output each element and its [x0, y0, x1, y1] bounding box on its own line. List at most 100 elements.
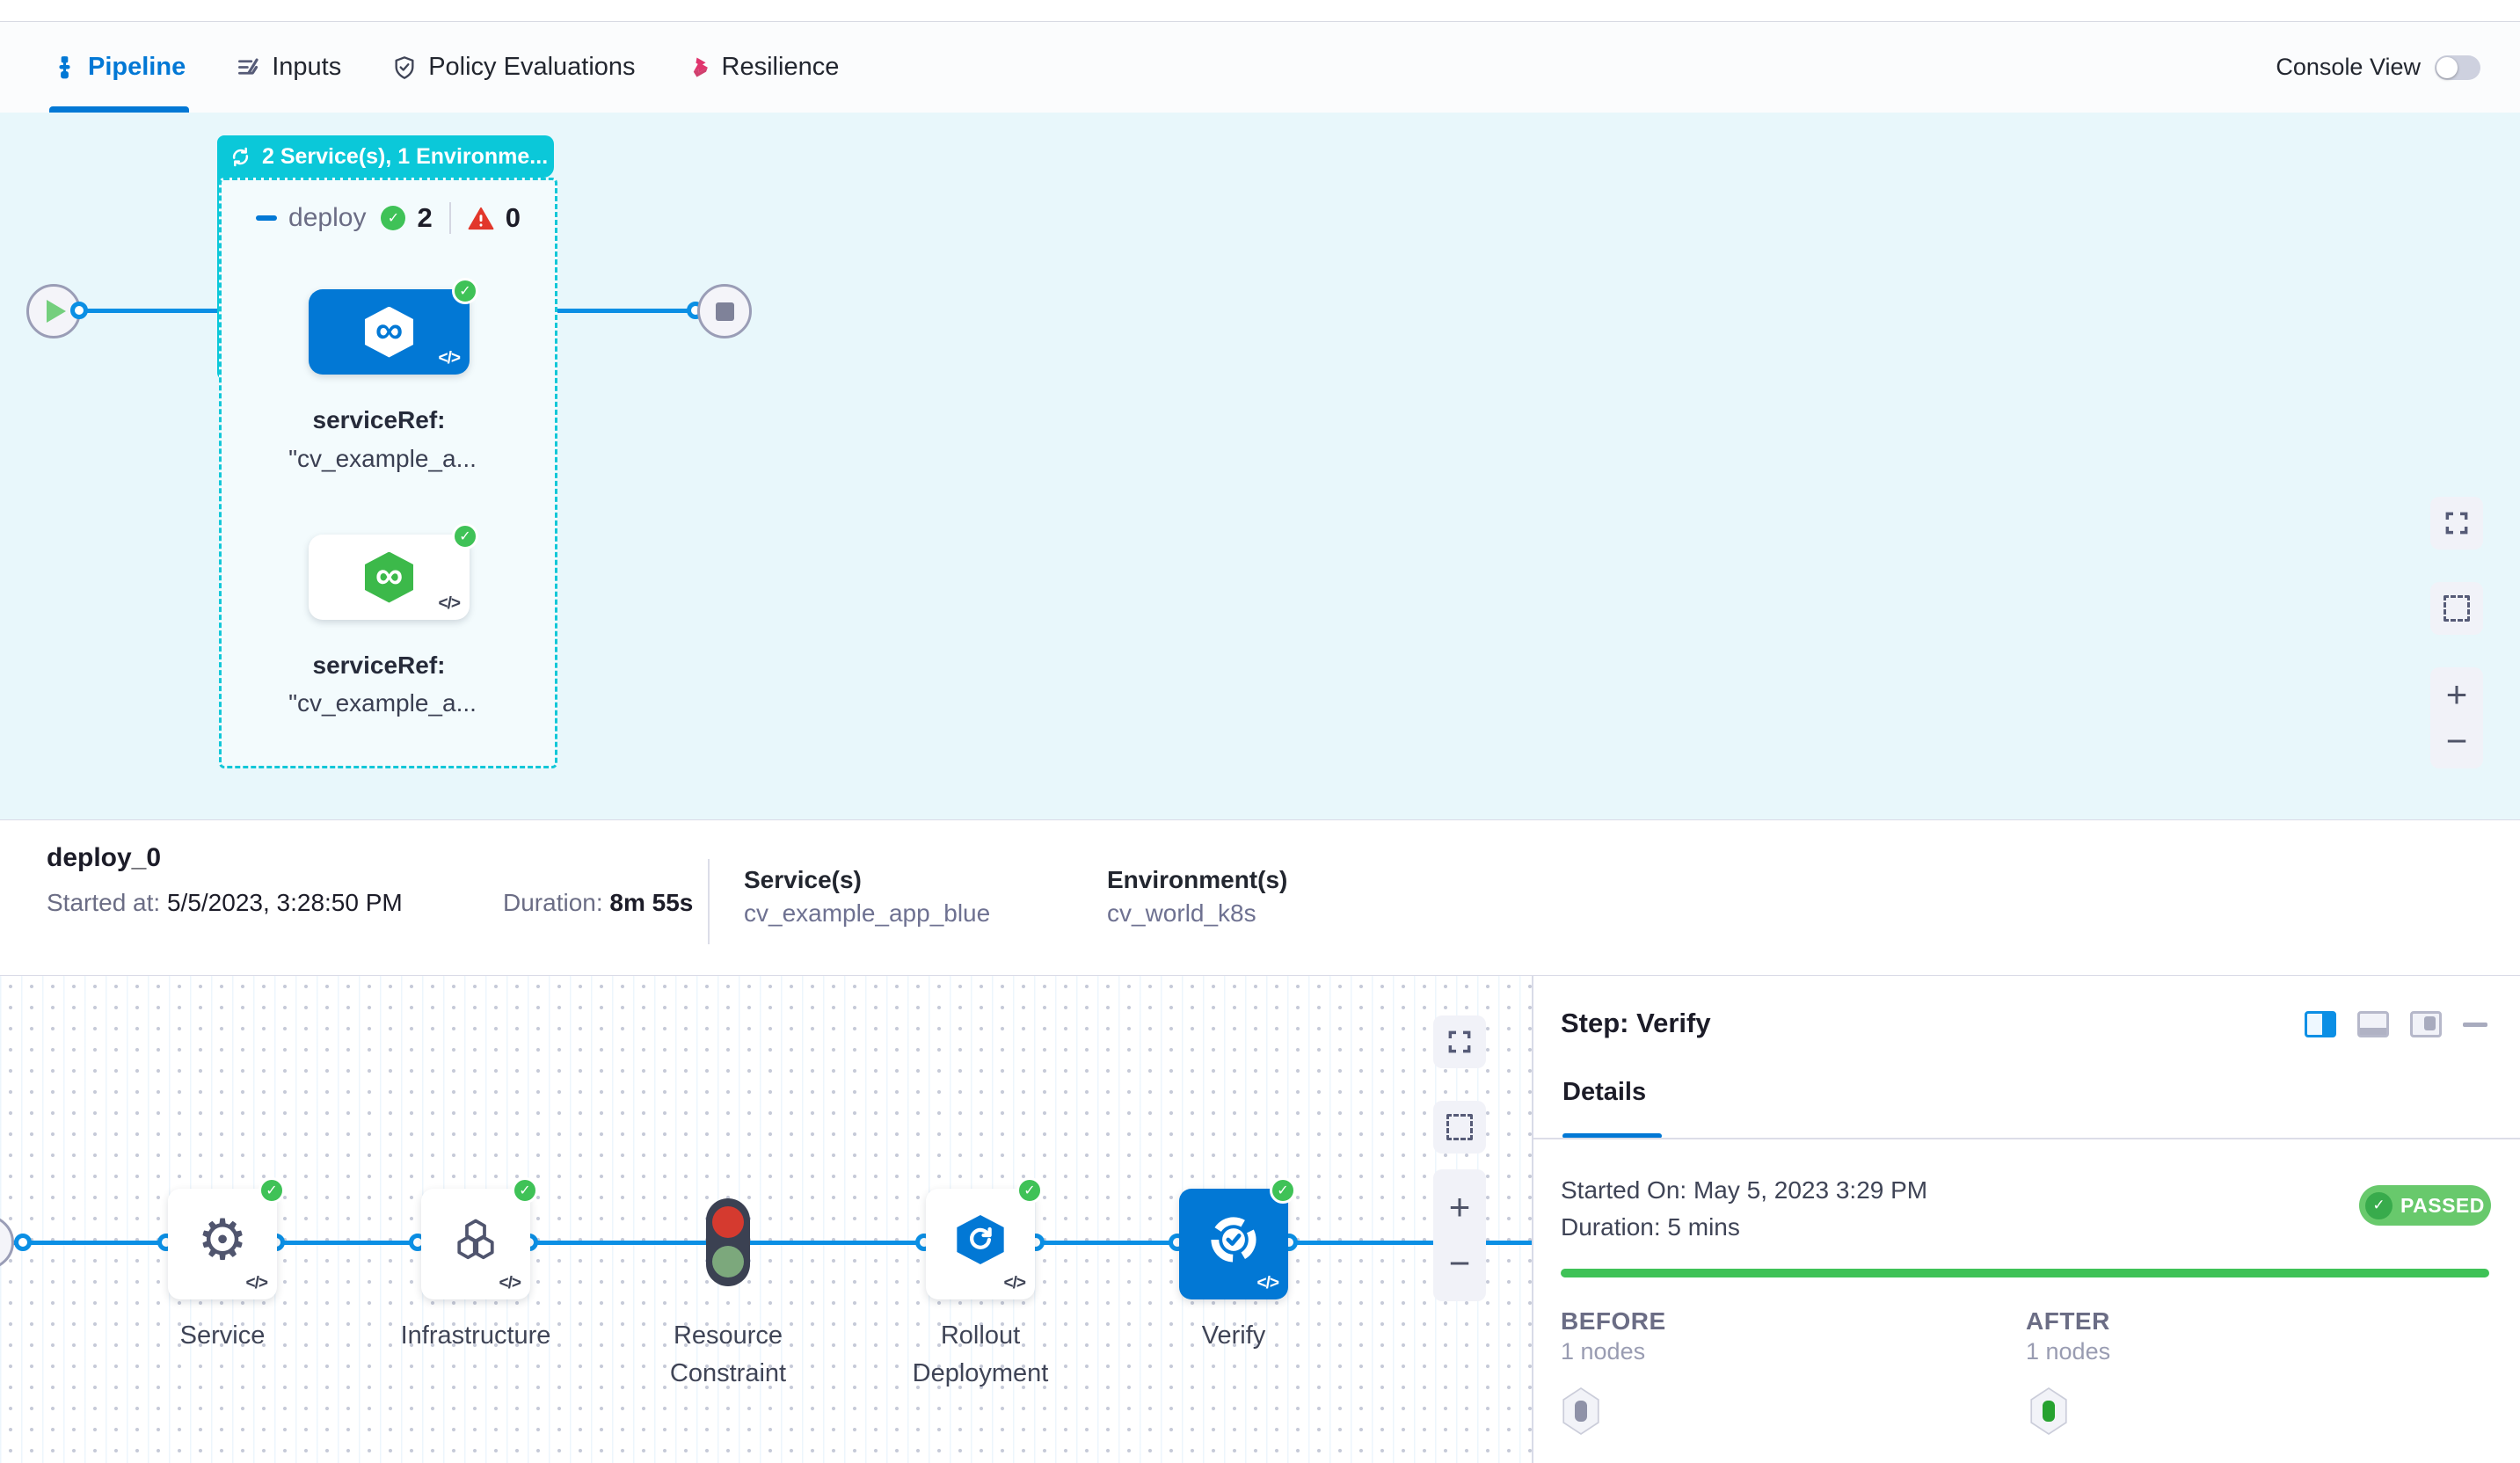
stage-run-title: deploy_0	[47, 843, 161, 873]
services-header: Service(s)	[744, 866, 862, 894]
active-tab-underline	[49, 106, 189, 113]
step-label-resource-constraint: Resource Constraint	[627, 1317, 829, 1393]
panel-title: Step: Verify	[1561, 1008, 1711, 1039]
zoom-out-button[interactable]: −	[2446, 723, 2468, 760]
panel-separator	[1533, 1138, 2520, 1139]
environments-value[interactable]: cv_world_k8s	[1107, 899, 1256, 928]
shield-check-icon	[392, 55, 417, 80]
verification-progress-bar	[1561, 1269, 2489, 1277]
connector-dot	[14, 1234, 32, 1251]
code-icon: </>	[439, 594, 460, 614]
status-badge: ✓ PASSED	[2359, 1185, 2491, 1226]
tab-inputs[interactable]: Inputs	[237, 22, 341, 113]
warning-triangle-icon	[468, 207, 494, 230]
service-hexagon-icon: ∞	[361, 307, 418, 358]
count-divider	[449, 202, 451, 234]
fit-to-screen-button[interactable]	[2430, 497, 2483, 550]
services-value[interactable]: cv_example_app_blue	[744, 899, 990, 928]
after-node-hexagon[interactable]	[2028, 1387, 2070, 1435]
bottom-section: ⚙ ✓ </> Service ✓ </> Infrastructure Res…	[0, 976, 2520, 1463]
console-view-toggle[interactable]	[2435, 55, 2480, 80]
step-node-resource-constraint[interactable]	[706, 1198, 750, 1286]
tab-pipeline-label: Pipeline	[88, 53, 186, 82]
zoom-out-button[interactable]: −	[1449, 1245, 1471, 1282]
error-count: 0	[506, 202, 521, 234]
tab-resilience-label: Resilience	[722, 53, 840, 82]
duration-value: 8m 55s	[609, 889, 693, 916]
stage-title-row: deploy ✓ 2 0	[219, 202, 557, 234]
marquee-select-button[interactable]	[2430, 582, 2483, 635]
edge-start-to-stage	[79, 309, 220, 313]
zoom-in-button[interactable]: +	[2446, 676, 2468, 713]
panel-layout-controls	[2305, 1011, 2487, 1037]
duration-label: Duration:	[503, 889, 603, 916]
pipeline-tabbar: Pipeline Inputs Policy Evaluations Resil…	[0, 22, 2520, 113]
step-node-rollout-deployment[interactable]: ✓ </>	[926, 1189, 1035, 1299]
traffic-light-red	[712, 1206, 744, 1238]
code-icon: </>	[246, 1274, 267, 1293]
success-badge-icon: ✓	[1016, 1177, 1043, 1204]
marquee-icon	[1446, 1114, 1473, 1140]
service-hexagon-icon: ∞	[361, 552, 418, 603]
summary-divider	[708, 859, 710, 944]
service-node-1[interactable]: ∞ ✓ </>	[309, 289, 470, 375]
sync-icon	[229, 145, 252, 169]
marquee-select-button[interactable]	[1433, 1101, 1486, 1154]
console-view-control: Console View	[2276, 54, 2480, 81]
started-at-label: Started at:	[47, 889, 160, 916]
minimize-panel-button[interactable]	[2463, 1023, 2487, 1027]
gear-icon: ⚙	[197, 1212, 247, 1268]
pipeline-stage-canvas[interactable]: 2 Service(s), 1 Environme... deploy ✓ 2 …	[0, 113, 2520, 819]
top-strip	[0, 0, 2520, 22]
traffic-light-green	[712, 1246, 744, 1277]
success-badge-icon: ✓	[259, 1177, 285, 1204]
zoom-in-button[interactable]: +	[1449, 1189, 1471, 1226]
pipeline-icon	[53, 55, 76, 79]
tab-pipeline[interactable]: Pipeline	[53, 22, 186, 113]
stage-deploy-box[interactable]	[219, 178, 557, 768]
code-icon: </>	[1257, 1274, 1278, 1293]
before-node-hexagon[interactable]	[1560, 1387, 1602, 1435]
fit-to-screen-button[interactable]	[1433, 1015, 1486, 1068]
marquee-icon	[2444, 595, 2470, 622]
before-node-indicator	[1575, 1401, 1587, 1422]
toggle-knob	[2436, 57, 2458, 78]
inputs-icon	[237, 55, 260, 79]
step-label-verify: Verify	[1133, 1317, 1335, 1355]
layout-floating-panel-button[interactable]	[2410, 1011, 2442, 1037]
hexagons-icon	[449, 1213, 502, 1266]
tab-policy-evaluations-label: Policy Evaluations	[428, 53, 635, 82]
success-badge-icon: ✓	[1270, 1177, 1296, 1204]
stage-header-label: 2 Service(s), 1 Environme...	[262, 144, 548, 170]
stage-name[interactable]: deploy	[288, 203, 366, 233]
layout-bottom-panel-button[interactable]	[2357, 1011, 2389, 1037]
after-header: AFTER	[2026, 1307, 2110, 1336]
tab-details[interactable]: Details	[1562, 1078, 1646, 1107]
graph-start-node	[0, 1215, 14, 1270]
status-badge-label: PASSED	[2400, 1194, 2485, 1218]
rollout-icon	[953, 1215, 1008, 1264]
layout-right-icon	[2322, 1014, 2334, 1035]
step-details-panel: Step: Verify Details Started On: May 5, …	[1532, 976, 2520, 1463]
check-icon: ✓	[2365, 1192, 2393, 1219]
collapse-stage-icon[interactable]	[256, 215, 277, 221]
service-node-2[interactable]: ∞ ✓ </>	[309, 535, 470, 620]
console-view-label: Console View	[2276, 54, 2421, 81]
layout-floating-icon	[2424, 1016, 2436, 1030]
tab-policy-evaluations[interactable]: Policy Evaluations	[392, 22, 635, 113]
success-badge-icon: ✓	[452, 278, 478, 304]
step-node-verify[interactable]: ✓ </>	[1179, 1189, 1288, 1299]
step-node-service[interactable]: ⚙ ✓ </>	[168, 1189, 277, 1299]
step-node-infrastructure[interactable]: ✓ </>	[421, 1189, 530, 1299]
zoom-controls: + −	[1433, 1169, 1486, 1301]
layout-right-panel-button[interactable]	[2305, 1011, 2336, 1037]
tab-resilience[interactable]: Resilience	[687, 22, 840, 113]
before-header: BEFORE	[1561, 1307, 1666, 1336]
service-ref-key-1: serviceRef:	[238, 406, 520, 434]
step-graph-canvas[interactable]: ⚙ ✓ </> Service ✓ </> Infrastructure Res…	[0, 976, 1532, 1463]
started-at-value: 5/5/2023, 3:28:50 PM	[167, 889, 403, 916]
step-label-rollout-deployment: Rollout Deployment	[879, 1317, 1082, 1393]
stage-header-badge[interactable]: 2 Service(s), 1 Environme...	[217, 135, 554, 178]
code-icon: </>	[1004, 1274, 1025, 1293]
after-node-indicator	[2043, 1401, 2055, 1422]
